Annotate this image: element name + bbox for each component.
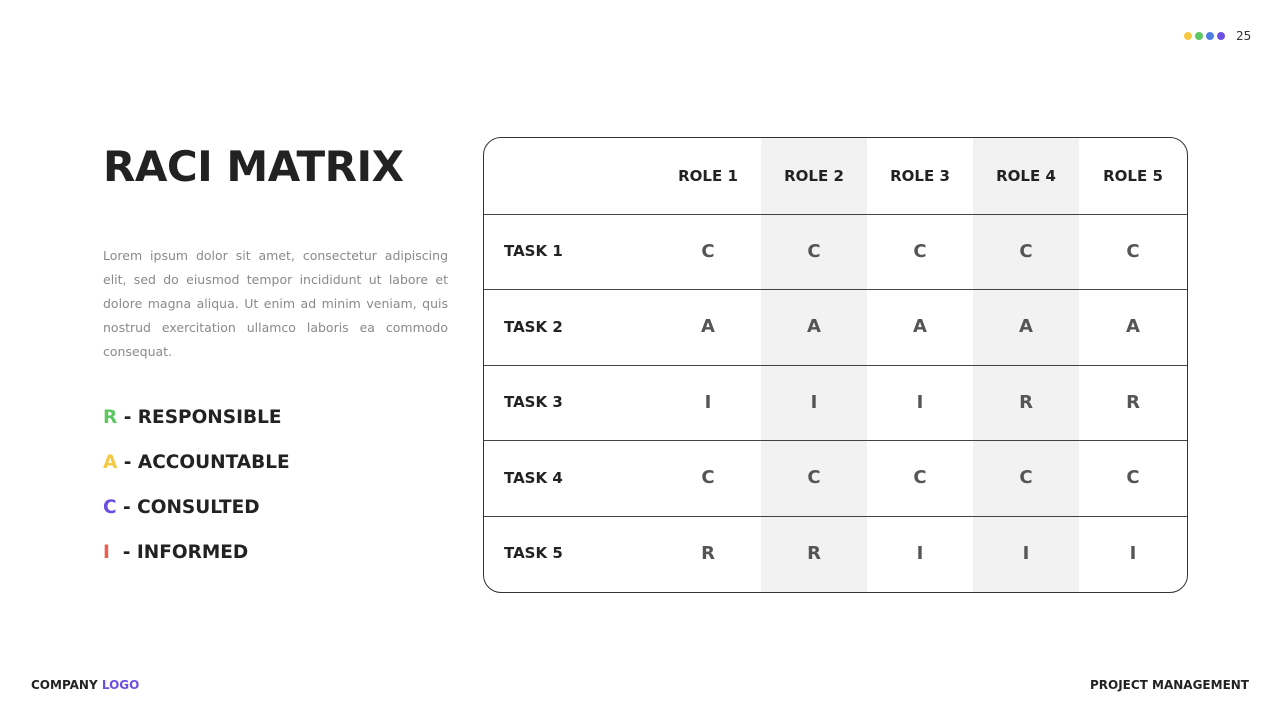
raci-cell: C — [807, 240, 821, 262]
task-row: TASK 1 C C C C C — [484, 214, 1187, 289]
raci-cell: A — [1019, 316, 1033, 337]
raci-cell: I — [916, 391, 924, 413]
raci-cell: I — [916, 542, 924, 564]
raci-cell: I — [1129, 542, 1137, 564]
role-header: ROLE 3 — [890, 166, 950, 185]
raci-cell: R — [701, 542, 715, 564]
indicator-dot — [1217, 32, 1225, 40]
indicator-dot — [1206, 32, 1214, 40]
legend-label: - CONSULTED — [116, 497, 260, 518]
legend-label: - INFORMED — [109, 542, 249, 563]
task-label: TASK 1 — [504, 242, 563, 260]
description-text: Lorem ipsum dolor sit amet, consectetur … — [103, 248, 448, 359]
legend-label: - ACCOUNTABLE — [117, 452, 290, 473]
raci-cell: A — [807, 316, 821, 337]
page-indicator-dots — [1184, 32, 1225, 40]
raci-cell: C — [701, 240, 715, 262]
task-row: TASK 2 A A A A A — [484, 289, 1187, 364]
raci-cell: I — [704, 391, 712, 413]
raci-cell: A — [913, 316, 927, 337]
legend-item-informed: I - INFORMED — [103, 541, 290, 586]
task-label: TASK 5 — [504, 544, 563, 562]
role-header: ROLE 1 — [678, 166, 738, 185]
raci-cell: I — [810, 391, 818, 413]
legend-letter: I — [103, 542, 110, 563]
legend-item-responsible: R - RESPONSIBLE — [103, 406, 290, 451]
raci-cell: C — [1019, 240, 1033, 262]
role-header: ROLE 2 — [784, 166, 844, 185]
raci-cell: C — [913, 240, 927, 262]
logo-text: LOGO — [101, 678, 140, 692]
task-row: TASK 5 R R I I I — [484, 516, 1187, 591]
raci-cell: A — [701, 316, 715, 337]
raci-cell: C — [1126, 467, 1140, 488]
raci-cell: R — [807, 542, 821, 564]
task-label: TASK 2 — [504, 317, 563, 336]
page-title: RACI MATRIX — [103, 142, 404, 191]
task-row: TASK 4 C C C C C — [484, 440, 1187, 515]
company-text: COMPANY — [31, 678, 98, 692]
header-row: ROLE 1 ROLE 2 ROLE 3 ROLE 4 ROLE 5 — [484, 138, 1187, 213]
legend-letter: A — [103, 452, 118, 473]
legend-item-consulted: C - CONSULTED — [103, 496, 290, 541]
legend-letter: C — [103, 497, 117, 518]
role-header: ROLE 5 — [1103, 166, 1163, 185]
legend-label: - RESPONSIBLE — [117, 407, 282, 428]
raci-cell: I — [1022, 542, 1030, 564]
role-header: ROLE 4 — [996, 166, 1056, 185]
legend-letter: R — [103, 407, 118, 428]
raci-cell: C — [1126, 240, 1140, 262]
raci-matrix-table: ROLE 1 ROLE 2 ROLE 3 ROLE 4 ROLE 5 TASK 1 C C C C… — [483, 137, 1188, 593]
company-logo: COMPANY LOGO — [31, 678, 139, 692]
task-label: TASK 4 — [504, 468, 563, 487]
task-label: TASK 3 — [504, 393, 563, 411]
raci-cell: R — [1019, 391, 1033, 413]
indicator-dot — [1184, 32, 1192, 40]
footer-section-title: PROJECT MANAGEMENT — [1089, 678, 1249, 692]
raci-legend: R - RESPONSIBLE A - ACCOUNTABLE C - CONS… — [103, 406, 290, 586]
legend-item-accountable: A - ACCOUNTABLE — [103, 451, 290, 496]
raci-cell: R — [1126, 391, 1140, 413]
raci-cell: C — [807, 467, 821, 488]
raci-cell: C — [913, 467, 927, 488]
raci-cell: C — [701, 467, 715, 488]
raci-cell: C — [1019, 467, 1033, 488]
task-row: TASK 3 I I I R R — [484, 365, 1187, 440]
page-number: 25 — [1236, 29, 1252, 43]
indicator-dot — [1195, 32, 1203, 40]
raci-cell: A — [1126, 316, 1140, 337]
